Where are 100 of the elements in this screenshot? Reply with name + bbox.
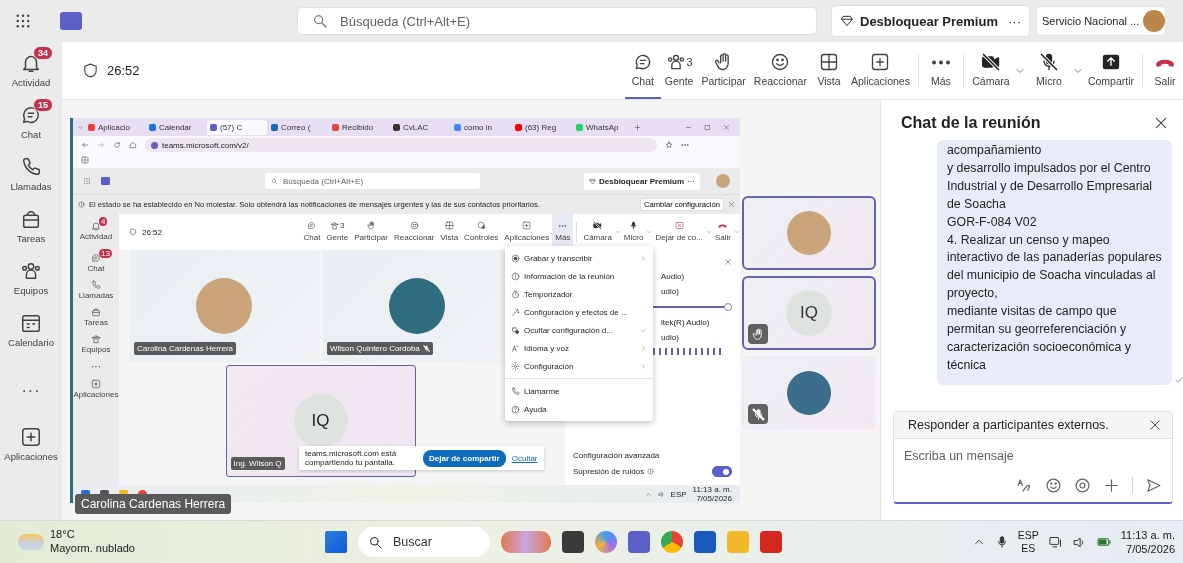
stop-sharing-button[interactable]: Dejar de compartir [423,449,506,467]
menu-item[interactable]: Temporizador [505,285,653,303]
language-icon [511,343,520,353]
toolbar-button[interactable]: Compartir [1083,42,1138,99]
emoji-button[interactable] [1045,476,1062,494]
toolbar-button[interactable]: Aplicaciones [501,214,553,250]
toolbar-button[interactable]: Controles [461,214,502,250]
rail-item[interactable]: Aplicaciones [1,424,61,464]
message-input[interactable]: Escriba un mensaje [894,438,1172,477]
toolbar-button[interactable]: Vista [810,42,847,99]
menu-item[interactable]: Ayuda [505,400,653,418]
menu-item[interactable]: Llamarme [505,382,653,400]
toolbar-button[interactable]: Cámara [967,52,1014,89]
site-icon [393,123,400,131]
chevron-right-icon [640,254,647,262]
toolbar-button[interactable]: Vista [437,214,462,250]
toolbar-button[interactable]: Participar [697,42,750,99]
video-tile[interactable]: IQ [742,276,876,350]
browser-tab[interactable]: Aplicacio [85,119,145,135]
toolbar-button[interactable]: Participar [351,214,391,250]
format-icon [1016,476,1033,494]
browser-tab[interactable]: Correo ( [268,119,328,135]
close-button[interactable] [1148,417,1162,432]
search-field[interactable]: Búsqueda (Ctrl+Alt+E) [297,7,817,35]
premium-button[interactable]: Desbloquear Premium [599,176,684,186]
rail-item[interactable]: Equipos [81,333,111,355]
video-tile[interactable] [742,196,876,270]
rail-item[interactable]: Llamadas [78,279,114,301]
rail-item[interactable]: Tareas [84,306,108,328]
more-button[interactable]: ··· [1004,13,1021,29]
search-field[interactable]: Buscar [358,527,490,557]
site-icon [515,123,522,131]
menu-item[interactable]: Información de la reunión [505,267,653,285]
rail-item[interactable]: Equipos [1,258,61,298]
windows-logo-icon [325,531,347,553]
weather-text: Mayorm. nublado [50,542,135,556]
network-icon [1047,534,1063,550]
notification-badge: 13 [99,249,112,258]
close-button[interactable] [1153,115,1169,131]
device-name: ltek(R) Audio) [661,318,710,327]
rail-item[interactable]: Tareas [1,206,61,246]
device-name: udio) [661,333,679,342]
toolbar-button[interactable]: Más [922,42,959,99]
search-field[interactable]: Búsqueda (Ctrl+Alt+E) [265,173,480,189]
add-button[interactable] [1103,476,1120,494]
menu-item[interactable]: Grabar y transcribir [505,249,653,267]
more-button[interactable]: ··· [687,176,695,186]
toolbar-button[interactable]: Salir [1147,42,1183,99]
toolbar-button[interactable]: Salir [712,214,734,250]
grid-layout-icon [81,156,89,164]
toolbar-button[interactable]: Aplicaciones [846,42,914,99]
hide-link[interactable]: Ocultar [511,453,538,463]
meeting-timer: 26:52 [142,227,163,237]
format-button[interactable] [1016,476,1033,494]
toolbar-button[interactable]: Micro [1025,52,1072,89]
chat-icon [91,253,101,263]
menu-item[interactable]: Configuración [505,357,653,375]
video-tile[interactable] [742,356,876,430]
premium-button[interactable]: Desbloquear Premium [860,13,998,29]
browser-tab[interactable]: (63) Reg [512,119,572,135]
toolbar-button[interactable]: Chat [300,214,324,250]
more-button[interactable]: ··· [91,360,101,373]
presenter-name-label: Carolina Cardenas Herrera [75,494,232,514]
browser-tab[interactable]: Recibido [329,119,389,135]
sticker-button[interactable] [1074,476,1091,494]
browser-tab[interactable]: Calendar [146,119,206,135]
check-icon [1173,374,1183,385]
rail-item[interactable]: Calendario [1,310,61,350]
toolbar-button[interactable]: 3 Gente [323,214,352,250]
browser-tab[interactable]: WhatsAp [573,119,633,135]
site-icon [271,123,278,131]
toolbar-button[interactable]: Micro [620,214,647,250]
search-input[interactable]: Buscar [391,534,465,550]
search-input[interactable]: Búsqueda (Ctrl+Alt+E) [283,176,474,186]
rail-item[interactable]: Llamadas [1,154,61,194]
browser-tab[interactable]: CvLAC [390,119,450,135]
language-indicator: ESP [670,489,687,499]
toolbar-button[interactable]: Dejar de co... [652,214,706,250]
menu-item[interactable]: Ocultar configuración d... [505,321,653,339]
chevron-right-icon [640,362,647,370]
search-input[interactable]: Búsqueda (Ctrl+Alt+E) [338,12,802,30]
browser-tab[interactable]: (57) C [207,119,267,135]
setting-label: Supresión de ruidos [573,467,645,476]
send-button[interactable] [1145,476,1162,494]
menu-item[interactable]: Configuración y efectos de ... [505,303,653,321]
toolbar-button[interactable]: Reaccionar [391,214,438,250]
controls-icon [476,221,486,230]
rail-item[interactable]: Aplicaciones [73,378,119,400]
message-composer[interactable]: Responder a participantes externos. Escriba un mensaje [893,410,1173,504]
address-bar[interactable]: teams.microsoft.com/v2/ [145,138,657,152]
section-header: Configuración avanzada [573,451,660,460]
more-button[interactable]: ··· [1,380,61,402]
toolbar-button[interactable]: Reaccionar [749,42,811,99]
menu-item[interactable]: Idioma y voz [505,339,653,357]
browser-tab[interactable]: como in [451,119,511,135]
chevron-down-icon [646,229,653,235]
site-icon [149,123,156,131]
toggle-switch[interactable] [712,466,732,477]
level-meter [653,348,721,355]
toolbar-button[interactable]: 3 Gente [660,42,698,99]
